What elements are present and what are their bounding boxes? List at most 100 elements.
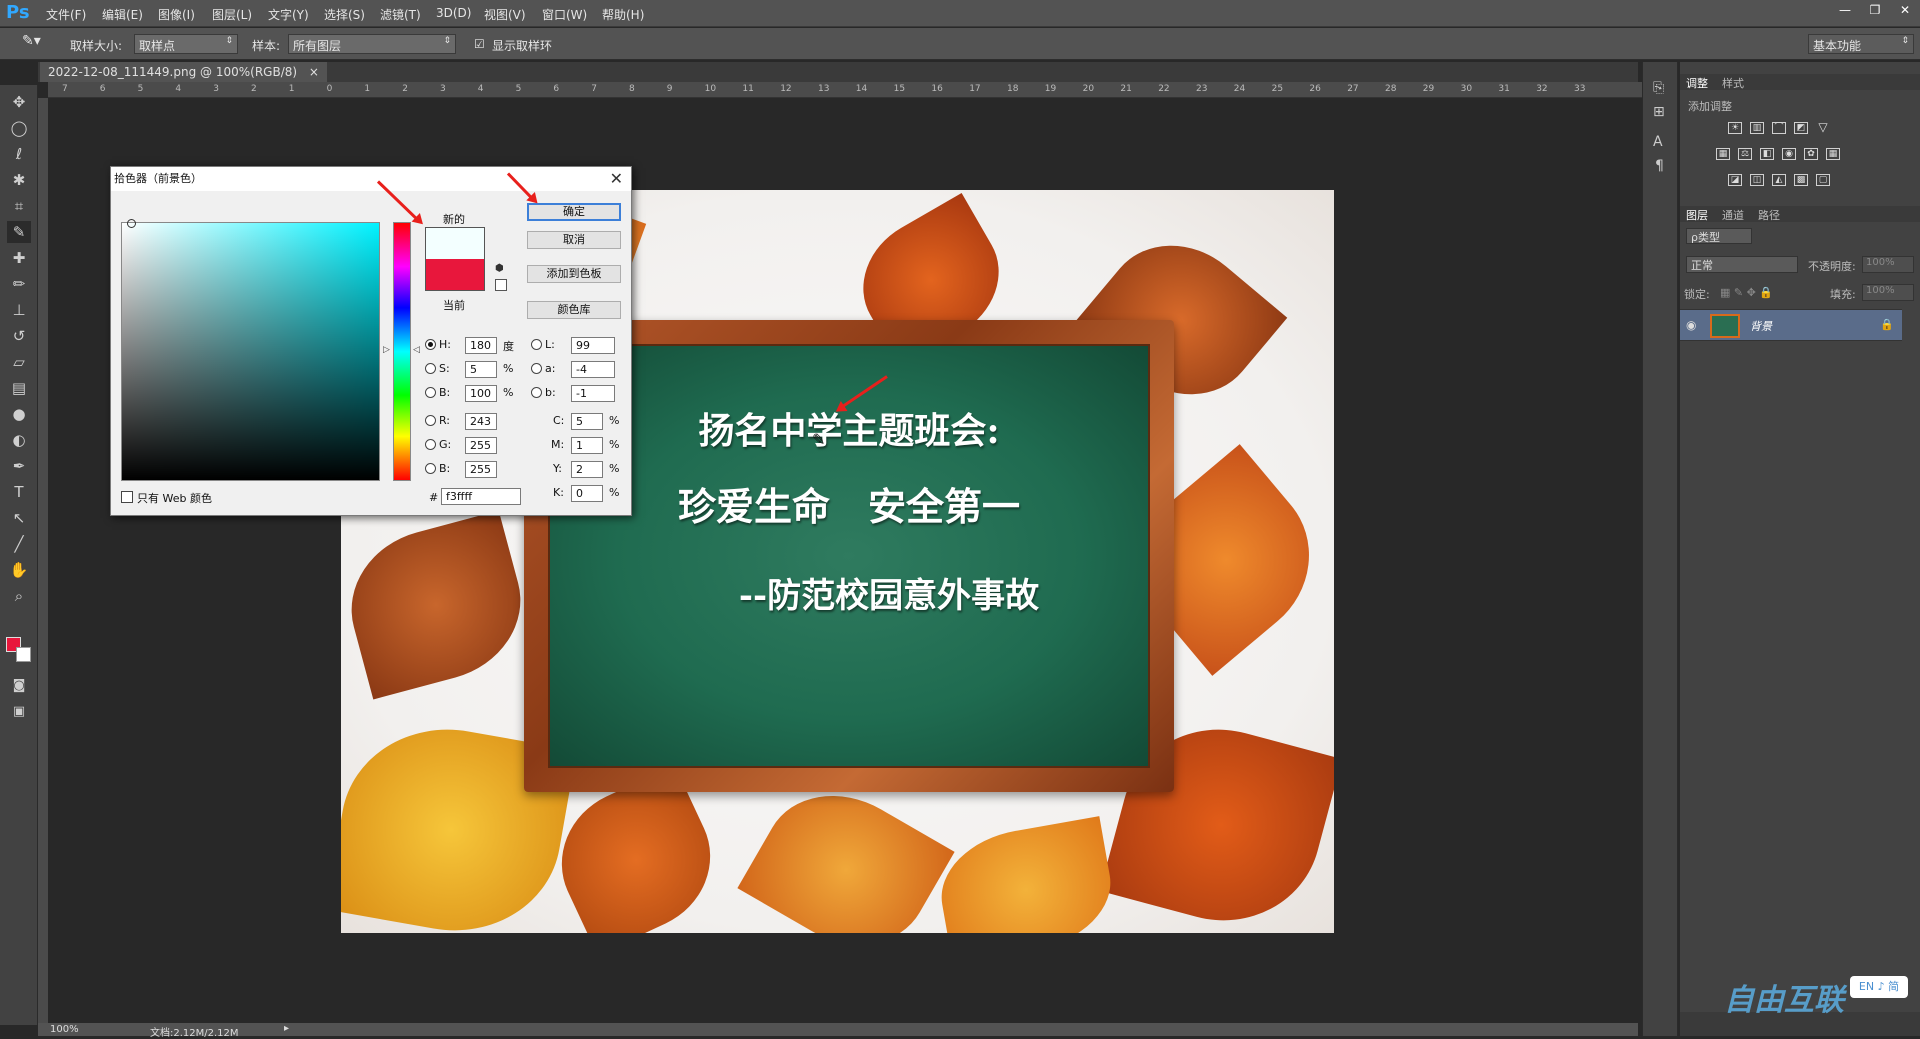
hue-slider-left-handle[interactable]: ▷	[383, 345, 390, 355]
line-tool-icon[interactable]: ╱	[7, 533, 31, 555]
chevron-right-icon[interactable]: ▸	[284, 1023, 289, 1034]
b-field[interactable]: 100	[465, 385, 497, 402]
zoom-tool-icon[interactable]: ⌕	[7, 585, 31, 607]
c-field[interactable]: 5	[571, 413, 603, 430]
visibility-eye-icon[interactable]: ◉	[1686, 318, 1696, 332]
lasso-tool-icon[interactable]: ℓ	[7, 143, 31, 165]
s-radio[interactable]	[425, 363, 436, 374]
properties-icon[interactable]: ⊞	[1653, 104, 1665, 120]
l-field[interactable]: 99	[571, 337, 615, 354]
layer-kind-filter[interactable]: ρ类型	[1686, 228, 1752, 244]
hue-slider[interactable]	[393, 222, 411, 481]
invert-icon[interactable]: ◪	[1728, 174, 1742, 186]
tab-adjustments[interactable]: 调整	[1686, 75, 1708, 91]
quick-mask-icon[interactable]: ◙	[7, 675, 31, 697]
tab-close-icon[interactable]: ×	[309, 65, 319, 79]
zoom-level[interactable]: 100%	[50, 1024, 79, 1035]
background-color-swatch[interactable]	[16, 647, 31, 662]
paragraph-icon[interactable]: ¶	[1655, 158, 1664, 174]
r-field[interactable]: 243	[465, 413, 497, 430]
bw-icon[interactable]: ◧	[1760, 148, 1774, 160]
close-icon[interactable]: ✕	[610, 169, 623, 188]
eyedropper-tool-icon[interactable]: ✎	[7, 221, 31, 243]
gradient-tool-icon[interactable]: ▤	[7, 377, 31, 399]
a-radio[interactable]	[531, 363, 542, 374]
color-lookup-icon[interactable]: ▦	[1826, 148, 1840, 160]
restore-button[interactable]: ❐	[1860, 0, 1890, 20]
l-radio[interactable]	[531, 339, 542, 350]
current-color-swatch[interactable]	[425, 259, 485, 291]
layer-name[interactable]: 背景	[1750, 318, 1772, 334]
hue-sat-icon[interactable]: ▦	[1716, 148, 1730, 160]
blur-tool-icon[interactable]: ●	[7, 403, 31, 425]
sample-size-select[interactable]: 取样点 ⇕	[134, 34, 238, 54]
marquee-tool-icon[interactable]: ◯	[7, 117, 31, 139]
layer-row-background[interactable]: ◉ 背景 🔒	[1680, 309, 1902, 341]
menu-view[interactable]: 视图(V)	[484, 6, 526, 23]
minimize-button[interactable]: —	[1830, 0, 1860, 20]
menu-type[interactable]: 文字(Y)	[268, 6, 309, 23]
pen-tool-icon[interactable]: ✒	[7, 455, 31, 477]
hue-slider-right-handle[interactable]: ◁	[413, 345, 420, 355]
path-select-icon[interactable]: ↖	[7, 507, 31, 529]
crop-tool-icon[interactable]: ⌗	[7, 195, 31, 217]
eraser-tool-icon[interactable]: ▱	[7, 351, 31, 373]
lab-b-radio[interactable]	[531, 387, 542, 398]
show-ring-checkbox[interactable]: ☑	[474, 37, 485, 51]
tab-channels[interactable]: 通道	[1722, 207, 1744, 223]
stamp-tool-icon[interactable]: ⊥	[7, 299, 31, 321]
lab-b-field[interactable]: -1	[571, 385, 615, 402]
web-only-checkbox[interactable]	[121, 491, 133, 503]
menu-layer[interactable]: 图层(L)	[212, 6, 252, 23]
history-brush-icon[interactable]: ↺	[7, 325, 31, 347]
color-libraries-button[interactable]: 颜色库	[527, 301, 621, 319]
menu-select[interactable]: 选择(S)	[324, 6, 365, 23]
cube-warning-icon[interactable]: ⬢	[495, 263, 504, 274]
gradient-map-icon[interactable]: ▩	[1794, 174, 1808, 186]
blue-radio[interactable]	[425, 463, 436, 474]
type-tool-icon[interactable]: T	[7, 481, 31, 503]
sample-select[interactable]: 所有图层 ⇕	[288, 34, 456, 54]
b-radio[interactable]	[425, 387, 436, 398]
blue-field[interactable]: 255	[465, 461, 497, 478]
h-field[interactable]: 180	[465, 337, 497, 354]
posterize-icon[interactable]: ◫	[1750, 174, 1764, 186]
move-tool-icon[interactable]: ✥	[7, 91, 31, 113]
k-field[interactable]: 0	[571, 485, 603, 502]
eyedropper-icon[interactable]: ✎▾	[22, 33, 41, 49]
y-field[interactable]: 2	[571, 461, 603, 478]
curves-icon[interactable]: ⌒	[1772, 122, 1786, 134]
fill-input[interactable]: 100%	[1862, 284, 1914, 301]
tab-paths[interactable]: 路径	[1758, 207, 1780, 223]
h-radio[interactable]	[425, 339, 436, 350]
brush-tool-icon[interactable]: ✏	[7, 273, 31, 295]
color-balance-icon[interactable]: ⚖	[1738, 148, 1752, 160]
s-field[interactable]: 5	[465, 361, 497, 378]
web-safe-swatch[interactable]	[495, 279, 507, 291]
menu-file[interactable]: 文件(F)	[46, 6, 86, 23]
dodge-tool-icon[interactable]: ◐	[7, 429, 31, 451]
history-icon[interactable]: ⎘	[1653, 80, 1664, 96]
lock-icons[interactable]: ▦ ✎ ✥ 🔒	[1720, 286, 1773, 299]
cancel-button[interactable]: 取消	[527, 231, 621, 249]
menu-filter[interactable]: 滤镜(T)	[380, 6, 421, 23]
m-field[interactable]: 1	[571, 437, 603, 454]
hex-field[interactable]: f3ffff	[441, 488, 521, 505]
blend-mode-select[interactable]: 正常	[1686, 256, 1798, 273]
selective-color-icon[interactable]: ▢	[1816, 174, 1830, 186]
tab-styles[interactable]: 样式	[1722, 75, 1744, 91]
hand-tool-icon[interactable]: ✋	[7, 559, 31, 581]
photo-filter-icon[interactable]: ◉	[1782, 148, 1796, 160]
r-radio[interactable]	[425, 415, 436, 426]
a-field[interactable]: -4	[571, 361, 615, 378]
menu-edit[interactable]: 编辑(E)	[102, 6, 143, 23]
menu-help[interactable]: 帮助(H)	[602, 6, 644, 23]
opacity-input[interactable]: 100%	[1862, 256, 1914, 273]
close-button[interactable]: ✕	[1890, 0, 1920, 20]
threshold-icon[interactable]: ◭	[1772, 174, 1786, 186]
ok-button[interactable]: 确定	[527, 203, 621, 221]
document-tab[interactable]: 2022-12-08_111449.png @ 100%(RGB/8) ×	[40, 62, 327, 82]
channel-mixer-icon[interactable]: ✿	[1804, 148, 1818, 160]
exposure-icon[interactable]: ◩	[1794, 122, 1808, 134]
g-radio[interactable]	[425, 439, 436, 450]
